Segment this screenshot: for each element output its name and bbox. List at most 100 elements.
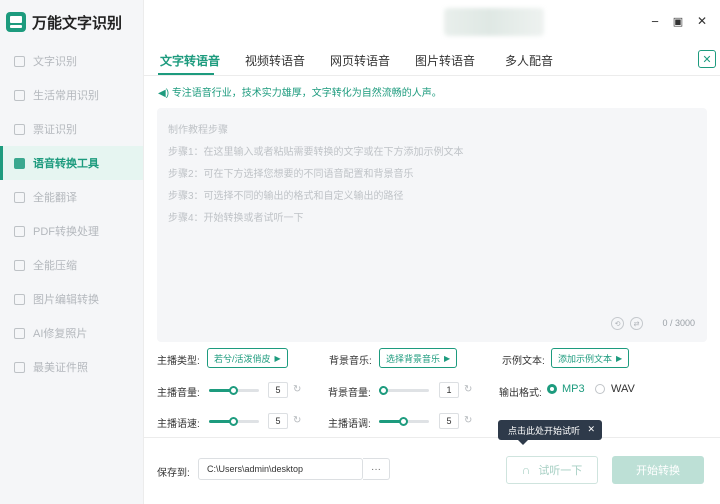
sidebar-item-life-recognition[interactable]: 生活常用识别 <box>0 78 143 112</box>
sidebar-item-label: PDF转换处理 <box>33 226 99 238</box>
anchor-volume-label: 主播音量: <box>157 388 200 399</box>
tooltip-text: 点击此处开始试听 <box>508 425 581 436</box>
photo-repair-icon <box>14 327 25 339</box>
speed-pitch-row: 主播语速: 5 ↻ 主播语调: 5 ↻ <box>157 411 717 431</box>
active-tab-indicator <box>158 73 214 75</box>
close-button[interactable]: ✕ <box>693 12 711 30</box>
slider-handle[interactable] <box>229 386 238 395</box>
anchor-pitch-value[interactable]: 5 <box>439 413 459 429</box>
sidebar-item-label: 语音转换工具 <box>33 158 99 170</box>
output-format-label: 输出格式: <box>499 388 542 399</box>
browse-button[interactable]: ··· <box>363 458 390 480</box>
bgm-volume-value[interactable]: 1 <box>439 382 459 398</box>
id-photo-icon <box>14 361 25 373</box>
editor-tools: ⟲ ⇄ <box>611 317 643 330</box>
sidebar-item-label: 图片编辑转换 <box>33 294 99 306</box>
listen-button[interactable]: ∩ 试听一下 <box>506 456 598 484</box>
anchor-speed-slider[interactable] <box>209 417 259 426</box>
close-panel-icon[interactable]: ✕ <box>698 50 716 68</box>
ticket-icon <box>14 123 25 135</box>
anchor-pitch-label: 主播语调: <box>328 419 371 430</box>
anchor-type-select[interactable]: 若兮/活泼俏皮 ▶ <box>207 348 288 368</box>
bottom-bar: 保存到: ··· ∩ 试听一下 开始转换 <box>144 437 720 504</box>
slider-handle[interactable] <box>399 417 408 426</box>
app-name: 万能文字识别 <box>32 14 123 32</box>
minimize-button[interactable]: − <box>646 12 664 30</box>
format-wav-radio[interactable] <box>595 384 605 394</box>
start-convert-button[interactable]: 开始转换 <box>612 456 704 484</box>
slider-handle[interactable] <box>379 386 388 395</box>
volume-row: 主播音量: 5 ↻ 背景音量: 1 ↻ 输出格式: MP3 WAV <box>157 380 717 400</box>
tip-text: ◀) 专注语音行业，技术实力雄厚，文字转化为自然流畅的人声。 <box>158 84 442 99</box>
voice-icon <box>14 157 25 169</box>
listen-label: 试听一下 <box>538 465 583 477</box>
translate-icon <box>14 191 25 203</box>
sidebar-item-translate[interactable]: 全能翻译 <box>0 180 143 214</box>
speaker-icon: ◀) <box>158 88 172 99</box>
sidebar-item-voice-tools[interactable]: 语音转换工具 <box>0 146 143 180</box>
bgm-label: 背景音乐: <box>329 356 372 367</box>
placeholder-line: 步骤3：可选择不同的输出的格式和自定义输出的路径 <box>168 191 404 202</box>
tab-image-to-speech[interactable]: 图片转语音 <box>415 52 475 69</box>
sidebar-item-id-photo[interactable]: 最美证件照 <box>0 350 143 384</box>
sidebar-item-image-edit[interactable]: 图片编辑转换 <box>0 282 143 316</box>
save-to-label: 保存到: <box>157 468 190 479</box>
slider-handle[interactable] <box>229 417 238 426</box>
bgm-volume-slider[interactable] <box>379 386 429 395</box>
sidebar-item-label: 生活常用识别 <box>33 90 99 102</box>
tab-web-to-speech[interactable]: 网页转语音 <box>330 52 390 69</box>
app-logo-icon <box>6 12 26 32</box>
sidebar-item-label: 全能压缩 <box>33 260 77 272</box>
title-bar: − ▣ ✕ <box>144 0 720 44</box>
anchor-speed-value[interactable]: 5 <box>268 413 288 429</box>
text-input-area[interactable]: 制作教程步骤 步骤1：在这里输入或者粘贴需要转换的文字或在下方添加示例文本 步骤… <box>157 108 707 342</box>
bgm-select[interactable]: 选择背景音乐 ▶ <box>379 348 458 368</box>
sidebar-item-pdf[interactable]: PDF转换处理 <box>0 214 143 248</box>
save-path-input[interactable] <box>198 458 363 480</box>
placeholder-line: 步骤2：可在下方选择您想要的不同语音配置和背景音乐 <box>168 169 414 180</box>
sidebar-item-label: 票证识别 <box>33 124 77 136</box>
tab-multi-dubbing[interactable]: 多人配音 <box>505 52 553 69</box>
format-wav-label[interactable]: WAV <box>611 383 635 395</box>
paste-icon[interactable]: ⇄ <box>630 317 643 330</box>
reset-icon[interactable]: ↻ <box>293 415 301 426</box>
format-mp3-radio[interactable] <box>547 384 557 394</box>
tab-video-to-speech[interactable]: 视频转语音 <box>245 52 305 69</box>
tab-text-to-speech[interactable]: 文字转语音 <box>160 52 220 69</box>
triangle-right-icon: ▶ <box>444 353 451 363</box>
clear-icon[interactable]: ⟲ <box>611 317 624 330</box>
listen-tooltip: 点击此处开始试听 ✕ <box>498 420 602 445</box>
placeholder-line: 步骤4：开始转换或者试听一下 <box>168 213 304 224</box>
maximize-button[interactable]: ▣ <box>669 12 687 30</box>
format-mp3-label[interactable]: MP3 <box>562 383 585 395</box>
tab-bar: 文字转语音 视频转语音 网页转语音 图片转语音 多人配音 ✕ <box>144 44 720 76</box>
sample-text-select[interactable]: 添加示例文本 ▶ <box>551 348 630 368</box>
anchor-volume-slider[interactable] <box>209 386 259 395</box>
anchor-speed-label: 主播语速: <box>157 419 200 430</box>
sidebar-item-text-recognition[interactable]: 文字识别 <box>0 44 143 78</box>
sidebar-menu: 文字识别 生活常用识别 票证识别 语音转换工具 全能翻译 PDF转换处理 全能压… <box>0 44 143 384</box>
reset-icon[interactable]: ↻ <box>293 384 301 395</box>
sidebar-item-ticket-recognition[interactable]: 票证识别 <box>0 112 143 146</box>
reset-icon[interactable]: ↻ <box>464 384 472 395</box>
sample-text-label: 示例文本: <box>502 356 545 367</box>
sidebar-item-compress[interactable]: 全能压缩 <box>0 248 143 282</box>
triangle-right-icon: ▶ <box>616 353 623 363</box>
reset-icon[interactable]: ↻ <box>464 415 472 426</box>
tooltip-close-icon[interactable]: ✕ <box>587 424 595 435</box>
sidebar-item-label: 文字识别 <box>33 56 77 68</box>
bgm-volume-label: 背景音量: <box>328 388 371 399</box>
anchor-volume-value[interactable]: 5 <box>268 382 288 398</box>
anchor-pitch-slider[interactable] <box>379 417 429 426</box>
anchor-type-value: 若兮/活泼俏皮 <box>214 353 271 364</box>
sidebar-item-ai-repair[interactable]: AI修复照片 <box>0 316 143 350</box>
user-avatar-blurred[interactable] <box>444 8 544 36</box>
voice-options-row: 主播类型: 若兮/活泼俏皮 ▶ 背景音乐: 选择背景音乐 ▶ 示例文本: 添加示例文… <box>157 348 717 368</box>
brand: 万能文字识别 <box>0 0 143 44</box>
sidebar-item-label: AI修复照片 <box>33 328 88 340</box>
scan-icon <box>14 55 25 67</box>
compress-icon <box>14 259 25 271</box>
placeholder-line: 制作教程步骤 <box>168 125 228 136</box>
pdf-icon <box>14 225 25 237</box>
char-counter: 0 / 3000 <box>662 318 695 328</box>
